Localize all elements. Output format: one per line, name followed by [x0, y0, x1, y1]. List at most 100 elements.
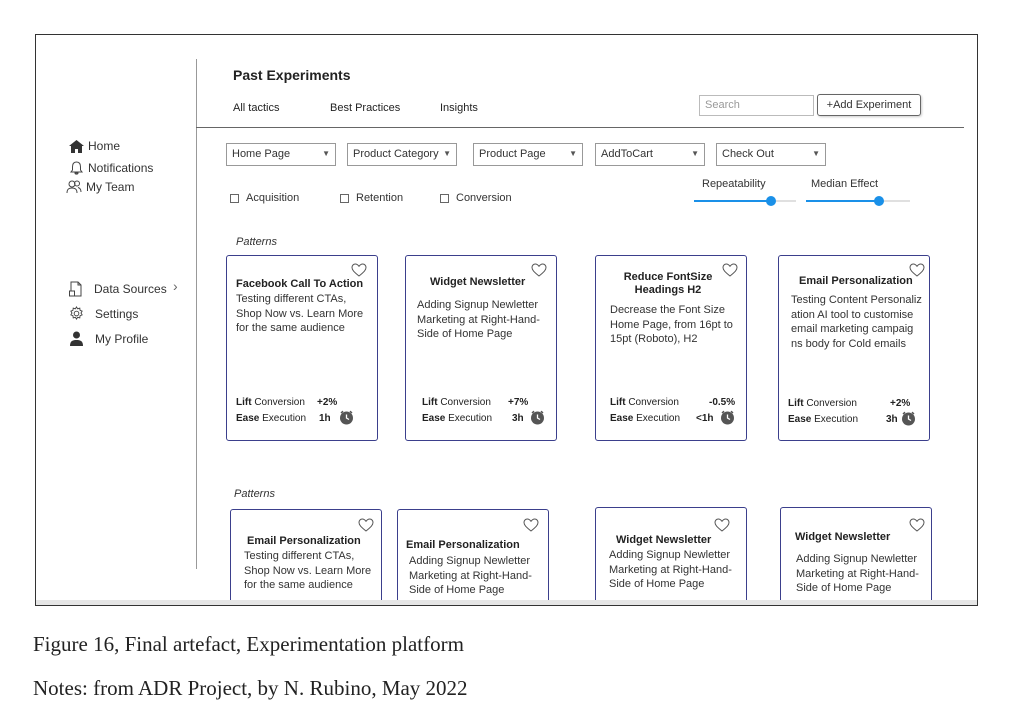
- ease-value: 3h: [512, 413, 524, 424]
- ease-metric-name: Execution: [448, 413, 493, 424]
- repeatability-slider[interactable]: [694, 196, 796, 206]
- lift-label: Lift: [788, 398, 804, 409]
- sidebar-item-label: Data Sources: [94, 282, 167, 296]
- heart-icon[interactable]: [909, 518, 925, 532]
- dropdown-value: Check Out: [722, 148, 774, 160]
- checkbox-retention[interactable]: Retention: [340, 192, 403, 204]
- heart-icon[interactable]: [714, 518, 730, 532]
- sidebar-item-notifications[interactable]: Notifications: [69, 161, 153, 175]
- user-icon: [70, 331, 83, 346]
- slider-thumb[interactable]: [766, 196, 776, 206]
- ease-label: Ease: [236, 413, 260, 424]
- heart-icon[interactable]: [722, 263, 738, 277]
- card-description: Adding Signup Newletter Marketing at Rig…: [409, 555, 532, 596]
- sidebar-item-data-sources[interactable]: Data Sources: [69, 281, 167, 297]
- card-description: Testing different CTAs, Shop Now vs. Lea…: [244, 550, 372, 591]
- team-icon: [66, 180, 82, 194]
- checkbox-label: Conversion: [456, 192, 512, 204]
- experiment-card[interactable]: Email Personalization Testing Content Pe…: [778, 255, 930, 441]
- app-screenshot-frame: Home Notifications My Team Data Sources …: [35, 34, 978, 606]
- sidebar-divider: [196, 59, 197, 569]
- sidebar-item-settings[interactable]: Settings: [69, 306, 138, 321]
- sidebar-item-my-team[interactable]: My Team: [66, 180, 134, 194]
- experiment-card[interactable]: Email Personalization Adding Signup Newl…: [397, 509, 549, 605]
- lift-label: Lift: [422, 397, 438, 408]
- clock-icon: [721, 410, 734, 425]
- checkbox-box[interactable]: [230, 193, 239, 203]
- add-experiment-button[interactable]: +Add Experiment: [817, 94, 921, 116]
- tab-best-practices[interactable]: Best Practices: [330, 102, 400, 114]
- dropdown-value: Home Page: [232, 148, 291, 160]
- median-effect-slider[interactable]: [806, 196, 910, 206]
- card-title: Email Personalization: [406, 539, 520, 551]
- experiment-card[interactable]: Widget Newsletter Adding Signup Newlette…: [595, 507, 747, 605]
- experiment-card[interactable]: Widget Newsletter Adding Signup Newlette…: [405, 255, 557, 441]
- card-title: Widget Newsletter: [795, 531, 891, 543]
- card-title: Email Personalization: [799, 275, 913, 287]
- dropdown-value: AddToCart: [601, 148, 653, 160]
- ease-value: <1h: [696, 413, 714, 424]
- checkbox-label: Retention: [356, 192, 404, 204]
- filter-check-out[interactable]: Check Out ▼: [716, 143, 826, 166]
- data-sources-icon: [69, 281, 82, 297]
- median-effect-label: Median Effect: [811, 178, 879, 190]
- search-input[interactable]: Search: [699, 95, 814, 116]
- checkbox-box[interactable]: [440, 193, 449, 203]
- heart-icon[interactable]: [351, 263, 367, 277]
- figure-notes: Notes: from ADR Project, by N. Rubino, M…: [33, 676, 468, 700]
- card-description: Adding Signup Newletter Marketing at Rig…: [796, 553, 919, 594]
- ease-metric: Ease Execution: [610, 413, 680, 424]
- tab-insights[interactable]: Insights: [440, 102, 478, 114]
- section-label: Patterns: [234, 488, 275, 500]
- ease-value: 3h: [886, 414, 898, 425]
- checkbox-box[interactable]: [340, 193, 349, 203]
- checkbox-label: Acquisition: [246, 192, 300, 204]
- lift-metric: Lift Conversion: [236, 397, 305, 408]
- experiment-card[interactable]: Email Personalization Testing different …: [230, 509, 382, 605]
- ease-metric-name: Execution: [636, 413, 681, 424]
- sidebar-item-label: Home: [88, 139, 121, 153]
- slider-thumb[interactable]: [874, 196, 884, 206]
- filter-product-page[interactable]: Product Page ▼: [473, 143, 583, 166]
- ease-label: Ease: [422, 413, 446, 424]
- sidebar-item-my-profile[interactable]: My Profile: [69, 331, 148, 346]
- page-title: Past Experiments: [233, 67, 351, 83]
- ease-metric: Ease Execution: [236, 413, 306, 424]
- lift-metric-name: Conversion: [254, 397, 305, 408]
- checkbox-conversion[interactable]: Conversion: [440, 192, 512, 204]
- horizontal-scrollbar[interactable]: [36, 600, 977, 605]
- repeatability-label: Repeatability: [702, 178, 766, 190]
- sidebar-item-label: My Team: [86, 180, 135, 194]
- ease-value: 1h: [319, 413, 331, 424]
- lift-metric: Lift Conversion: [422, 397, 491, 408]
- heart-icon[interactable]: [358, 518, 374, 532]
- sidebar-item-home[interactable]: Home: [69, 139, 120, 153]
- filter-add-to-cart[interactable]: AddToCart ▼: [595, 143, 705, 166]
- ease-label: Ease: [788, 414, 812, 425]
- heart-icon[interactable]: [523, 518, 539, 532]
- ease-metric-name: Execution: [262, 413, 307, 424]
- slider-fill: [694, 200, 771, 202]
- filter-home-page[interactable]: Home Page ▼: [226, 143, 336, 166]
- slider-fill: [806, 200, 879, 202]
- card-description: Adding Signup Newletter Marketing at Rig…: [417, 299, 540, 340]
- experiment-card[interactable]: Facebook Call To Action Testing differen…: [226, 255, 378, 441]
- lift-metric-name: Conversion: [806, 398, 857, 409]
- dropdown-value: Product Page: [479, 148, 546, 160]
- experiment-card[interactable]: Reduce FontSize Headings H2 Decrease the…: [595, 255, 747, 441]
- figure-caption: Figure 16, Final artefact, Experimentati…: [33, 632, 464, 656]
- card-title: Reduce FontSize Headings H2: [623, 271, 713, 296]
- experiment-card[interactable]: Widget Newsletter Adding Signup Newlette…: [780, 507, 932, 605]
- dropdown-value: Product Category: [353, 148, 439, 160]
- sidebar-item-label: My Profile: [95, 331, 149, 346]
- section-label: Patterns: [236, 236, 277, 248]
- lift-value: +7%: [508, 397, 529, 408]
- header-divider: [196, 127, 964, 128]
- chevron-right-icon[interactable]: ›: [173, 278, 178, 294]
- heart-icon[interactable]: [531, 263, 547, 277]
- lift-metric: Lift Conversion: [610, 397, 679, 408]
- checkbox-acquisition[interactable]: Acquisition: [230, 192, 299, 204]
- card-title: Facebook Call To Action: [236, 278, 364, 290]
- filter-product-category[interactable]: Product Category ▼: [347, 143, 457, 166]
- tab-all-tactics[interactable]: All tactics: [233, 102, 279, 114]
